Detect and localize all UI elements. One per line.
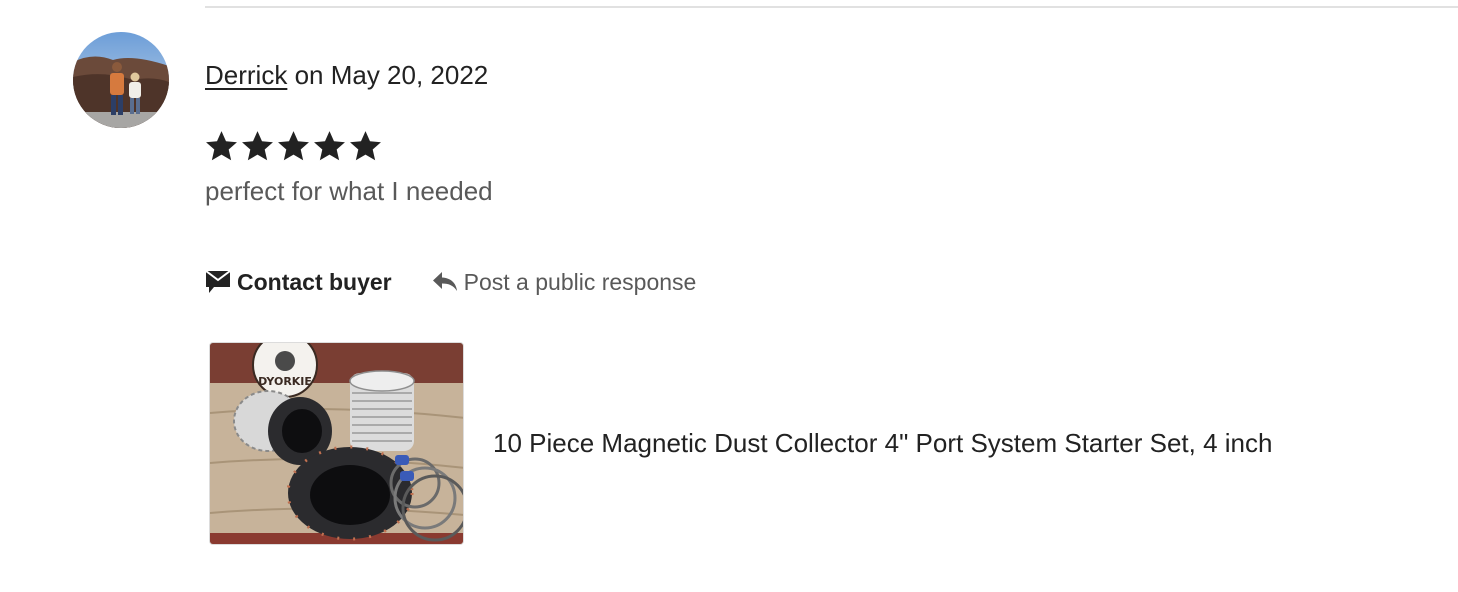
contact-buyer-label: Contact buyer (237, 268, 392, 295)
star-rating (204, 126, 383, 166)
reviewer-avatar[interactable] (73, 32, 169, 128)
star-icon (242, 131, 273, 161)
reply-arrow-icon (432, 272, 457, 291)
reviewer-name-link[interactable]: Derrick (205, 60, 287, 90)
review-card: Derrick on May 20, 2022 perfect for what… (0, 0, 1458, 592)
star-icon (206, 131, 237, 161)
top-divider (205, 6, 1458, 8)
product-image-logo-text: DYORKIE (258, 375, 312, 388)
star-icon (350, 131, 381, 161)
star-icon (314, 131, 345, 161)
review-date: on May 20, 2022 (287, 60, 489, 90)
review-text: perfect for what I needed (205, 176, 493, 206)
envelope-flag-icon (205, 270, 231, 293)
product-title-link[interactable]: 10 Piece Magnetic Dust Collector 4" Port… (493, 426, 1272, 460)
review-actions: Contact buyer Post a public response (205, 264, 696, 300)
post-public-response-button[interactable]: Post a public response (432, 268, 697, 296)
reviewer-line: Derrick on May 20, 2022 (205, 58, 488, 92)
contact-buyer-button[interactable]: Contact buyer (205, 269, 392, 296)
star-icon (278, 131, 309, 161)
product-thumbnail[interactable]: DYORKIE (209, 342, 464, 545)
public-response-label: Post a public response (463, 268, 697, 295)
